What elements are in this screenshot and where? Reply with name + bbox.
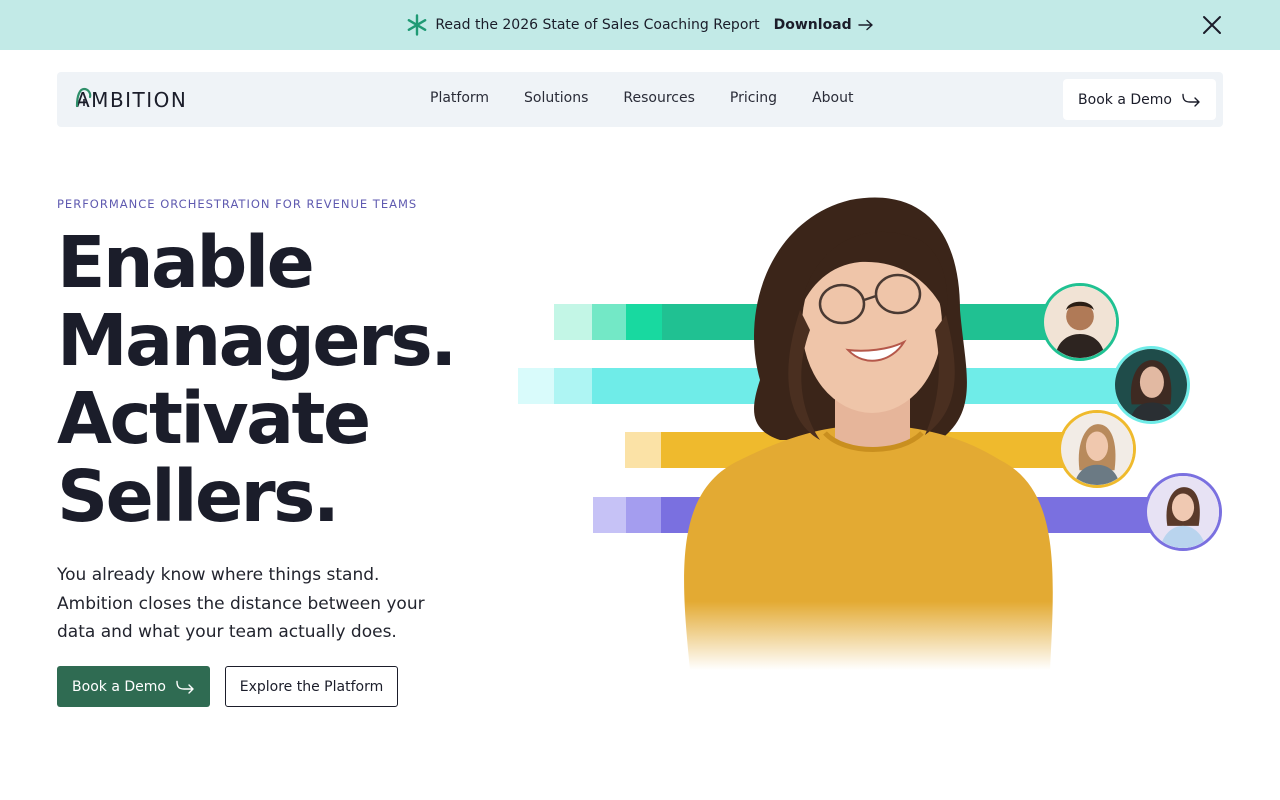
nav-link-about[interactable]: About (812, 90, 853, 106)
announcement-text: Read the 2026 State of Sales Coaching Re… (435, 17, 760, 33)
arrow-curve-right-icon (1182, 93, 1200, 107)
logo[interactable]: AMBITION (74, 87, 187, 113)
close-icon[interactable] (1200, 13, 1224, 37)
nav-book-demo-label: Book a Demo (1078, 91, 1172, 108)
subheadline-line: data and what your team actually does. (57, 622, 397, 642)
announcement-bar: Read the 2026 State of Sales Coaching Re… (0, 0, 1280, 50)
hero-subheadline: You already know where things stand. Amb… (57, 561, 477, 647)
main-nav: AMBITION Platform Solutions Resources Pr… (57, 72, 1223, 127)
nav-link-resources[interactable]: Resources (623, 90, 695, 106)
headline-line: Sellers. (57, 455, 340, 538)
avatar-man (1041, 283, 1119, 361)
announcement-content: Read the 2026 State of Sales Coaching Re… (406, 14, 873, 36)
subheadline-line: You already know where things stand. (57, 565, 380, 585)
asterisk-icon (406, 14, 428, 36)
arrow-right-icon (857, 19, 873, 31)
nav-link-pricing[interactable]: Pricing (730, 90, 777, 106)
woman-photo (684, 197, 1053, 670)
nav-links: Platform Solutions Resources Pricing Abo… (430, 90, 888, 106)
subheadline-line: Ambition closes the distance between you… (57, 593, 425, 614)
hero-eyebrow: PERFORMANCE ORCHESTRATION FOR REVENUE TE… (57, 197, 418, 211)
avatar-woman-purple (1144, 473, 1222, 551)
book-demo-label: Book a Demo (72, 678, 166, 695)
arrow-curve-right-icon (176, 680, 194, 694)
avatar-woman-dark (1112, 346, 1190, 424)
nav-book-demo-button[interactable]: Book a Demo (1063, 79, 1216, 120)
headline-line: Enable (57, 221, 315, 304)
headline-line: Activate (57, 377, 371, 460)
download-label: Download (773, 17, 852, 33)
logo-mark-icon (75, 87, 92, 108)
book-demo-button[interactable]: Book a Demo (57, 666, 210, 707)
hero-headline: Enable Managers. Activate Sellers. (57, 224, 517, 536)
explore-platform-button[interactable]: Explore the Platform (225, 666, 398, 707)
nav-link-platform[interactable]: Platform (430, 90, 489, 106)
hero-illustration (500, 180, 1240, 680)
avatar-woman-blonde (1058, 410, 1136, 488)
nav-link-solutions[interactable]: Solutions (524, 90, 588, 106)
download-link[interactable]: Download (774, 17, 874, 33)
headline-line: Managers. (57, 299, 457, 382)
